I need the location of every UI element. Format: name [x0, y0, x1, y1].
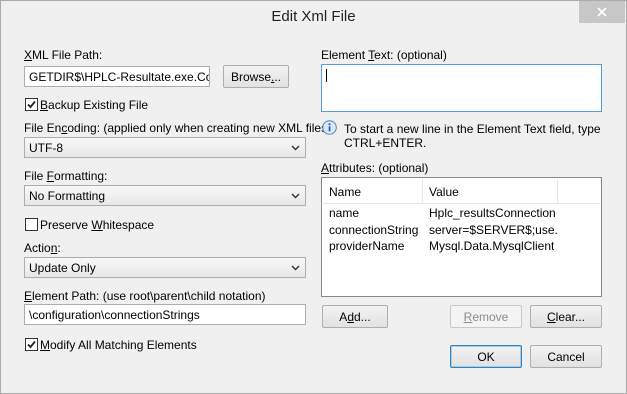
attributes-label: Attributes: (optional)	[321, 161, 429, 175]
title-bar[interactable]: Edit Xml File	[1, 1, 626, 33]
close-button[interactable]	[579, 1, 625, 23]
remove-attribute-button[interactable]: Remove	[450, 305, 522, 328]
close-icon	[597, 7, 607, 17]
chevron-down-icon	[291, 193, 300, 199]
info-text-line1: To start a new line in the Element Text …	[344, 122, 601, 136]
info-icon	[322, 120, 337, 135]
browse-button[interactable]: Browse...	[223, 65, 289, 88]
add-attribute-button[interactable]: Add...	[322, 305, 388, 328]
info-text-line2: CTRL+ENTER.	[344, 136, 427, 150]
element-text-label: Element Text: (optional)	[321, 48, 447, 62]
file-formatting-label: File Formatting:	[24, 169, 108, 183]
attribute-value-cell[interactable]: Hplc_resultsConnection	[429, 206, 556, 220]
xml-file-path-label: XML File Path:	[24, 48, 103, 62]
preserve-whitespace-label: Preserve Whitespace	[40, 218, 155, 232]
attribute-name-cell[interactable]: name	[329, 206, 359, 220]
checkmark-icon	[27, 340, 36, 349]
edit-xml-dialog: Edit Xml File XML File Path: GETDIR$\HPL…	[0, 0, 627, 394]
action-value: Update Only	[29, 261, 96, 275]
preserve-whitespace-checkbox[interactable]	[25, 218, 38, 231]
action-select[interactable]: Update Only	[24, 257, 306, 278]
chevron-down-icon	[291, 145, 300, 151]
text-caret	[326, 69, 327, 83]
modify-all-matching-label: Modify All Matching Elements	[40, 338, 197, 352]
column-separator	[422, 179, 423, 203]
action-label: Action:	[24, 241, 61, 255]
file-encoding-select[interactable]: UTF-8	[24, 137, 306, 158]
cancel-button[interactable]: Cancel	[530, 345, 602, 368]
file-formatting-select[interactable]: No Formatting	[24, 185, 306, 206]
attribute-name-cell[interactable]: connectionString	[329, 223, 418, 237]
element-path-input[interactable]: \configuration\connectionStrings	[24, 304, 306, 325]
attributes-grid[interactable]: Name Value name Hplc_resultsConnection c…	[321, 177, 602, 297]
column-separator	[557, 179, 558, 203]
xml-file-path-input[interactable]: GETDIR$\HPLC-Resultate.exe.Config	[24, 66, 210, 87]
attribute-value-cell[interactable]: Mysql.Data.MysqlClient	[429, 239, 554, 253]
file-encoding-value: UTF-8	[29, 141, 63, 155]
file-encoding-label: File Encoding: (applied only when creati…	[24, 121, 332, 135]
chevron-down-icon	[291, 265, 300, 271]
ok-button[interactable]: OK	[450, 345, 522, 368]
attribute-value-cell[interactable]: server=$SERVER$;use...	[429, 223, 559, 237]
attributes-grid-header	[323, 179, 600, 204]
clear-attributes-button[interactable]: Clear...	[530, 305, 602, 328]
element-path-label: Element Path: (use root\parent\child not…	[24, 289, 266, 303]
backup-existing-file-checkbox[interactable]	[25, 98, 38, 111]
element-text-input[interactable]	[321, 64, 602, 112]
column-header-value[interactable]: Value	[429, 185, 459, 199]
file-formatting-value: No Formatting	[29, 189, 106, 203]
column-header-name[interactable]: Name	[329, 185, 361, 199]
dialog-title: Edit Xml File	[271, 8, 356, 25]
attribute-name-cell[interactable]: providerName	[329, 239, 404, 253]
modify-all-matching-checkbox[interactable]	[25, 338, 38, 351]
checkmark-icon	[27, 100, 36, 109]
backup-existing-file-label: Backup Existing File	[40, 98, 149, 112]
